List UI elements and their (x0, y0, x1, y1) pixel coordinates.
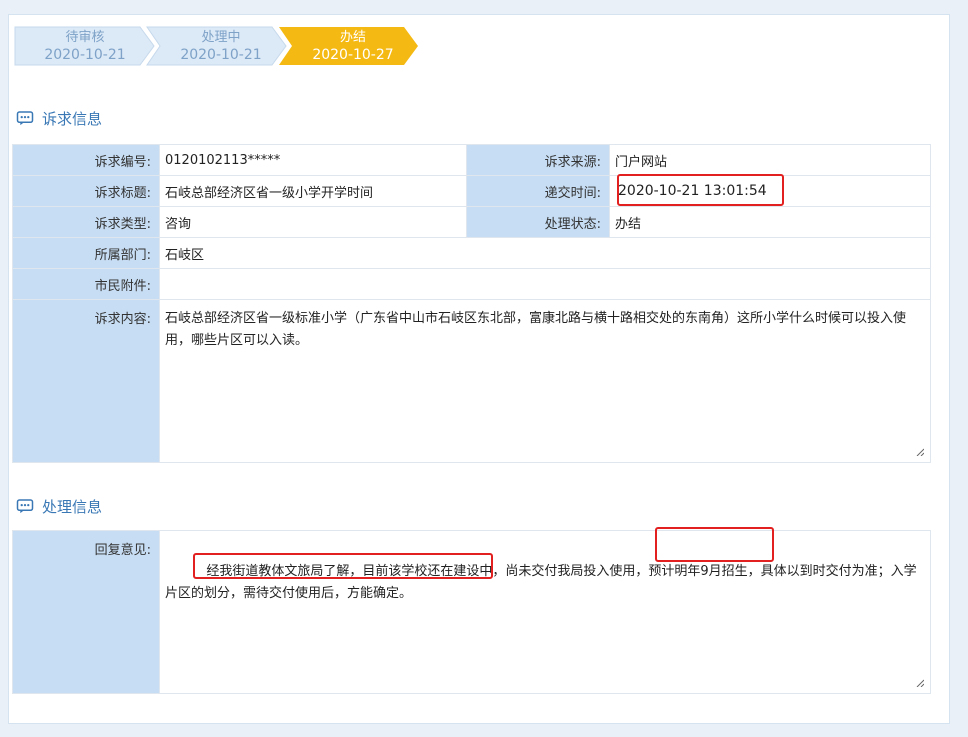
department-label: 所属部门: (12, 237, 160, 269)
step-name: 待审核 (65, 30, 105, 45)
district-highlight (193, 553, 493, 579)
content-label: 诉求内容: (12, 299, 160, 463)
table-row: 诉求标题: 石岐总部经济区省一级小学开学时间 递交时间: 2020-10-21 … (12, 175, 931, 207)
department-value: 石岐区 (159, 237, 931, 269)
table-row: 所属部门: 石岐区 (12, 237, 931, 269)
request-title-value: 石岐总部经济区省一级小学开学时间 (159, 175, 467, 207)
request-id-value: 0120102113***** (159, 144, 467, 176)
process-status-value: 办结 (609, 206, 931, 238)
step-date: 2020-10-21 (44, 47, 126, 63)
request-type-label: 诉求类型: (12, 206, 160, 238)
process-status-label: 处理状态: (466, 206, 610, 238)
table-row: 诉求类型: 咨询 处理状态: 办结 (12, 206, 931, 238)
resize-handle-icon[interactable] (916, 448, 924, 456)
step-date: 2020-10-27 (312, 47, 394, 63)
resize-handle-icon[interactable] (916, 679, 924, 687)
attachment-label: 市民附件: (12, 268, 160, 300)
chat-bubble-icon (16, 499, 34, 514)
step-name: 办结 (339, 30, 366, 45)
request-type-value: 咨询 (159, 206, 467, 238)
section-process-label: 处理信息 (42, 498, 103, 516)
reply-label: 回复意见: (12, 530, 160, 694)
step-pending-review: 待审核 2020-10-21 (14, 26, 156, 66)
table-row: 市民附件: (12, 268, 931, 300)
step-processing: 处理中 2020-10-21 (146, 26, 288, 66)
content-text: 石岐总部经济区省一级标准小学（广东省中山市石岐区东北部，富康北路与横十路相交处的… (165, 311, 907, 348)
table-row: 诉求内容: 石岐总部经济区省一级标准小学（广东省中山市石岐区东北部，富康北路与横… (12, 299, 931, 463)
attachment-value (159, 268, 931, 300)
request-info-table: 诉求编号: 0120102113***** 诉求来源: 门户网站 诉求标题: 石… (12, 144, 931, 463)
request-title-label: 诉求标题: (12, 175, 160, 207)
chat-bubble-icon (16, 111, 34, 126)
content-cell: 石岐总部经济区省一级标准小学（广东省中山市石岐区东北部，富康北路与横十路相交处的… (159, 299, 931, 463)
request-source-value: 门户网站 (609, 144, 931, 176)
step-completed: 办结 2020-10-27 (278, 26, 420, 66)
step-date: 2020-10-21 (180, 47, 262, 63)
submit-time-label: 递交时间: (466, 175, 610, 207)
section-request-label: 诉求信息 (42, 110, 103, 128)
table-row: 诉求编号: 0120102113***** 诉求来源: 门户网站 (12, 144, 931, 176)
submit-time-highlight (617, 174, 784, 206)
request-id-label: 诉求编号: (12, 144, 160, 176)
step-name: 处理中 (201, 30, 241, 45)
section-process-title: 处理信息 (16, 496, 102, 517)
enrollment-highlight (655, 527, 774, 562)
section-request-title: 诉求信息 (16, 108, 102, 129)
request-source-label: 诉求来源: (466, 144, 610, 176)
content-textarea[interactable]: 石岐总部经济区省一级标准小学（广东省中山市石岐区东北部，富康北路与横十路相交处的… (160, 300, 930, 462)
